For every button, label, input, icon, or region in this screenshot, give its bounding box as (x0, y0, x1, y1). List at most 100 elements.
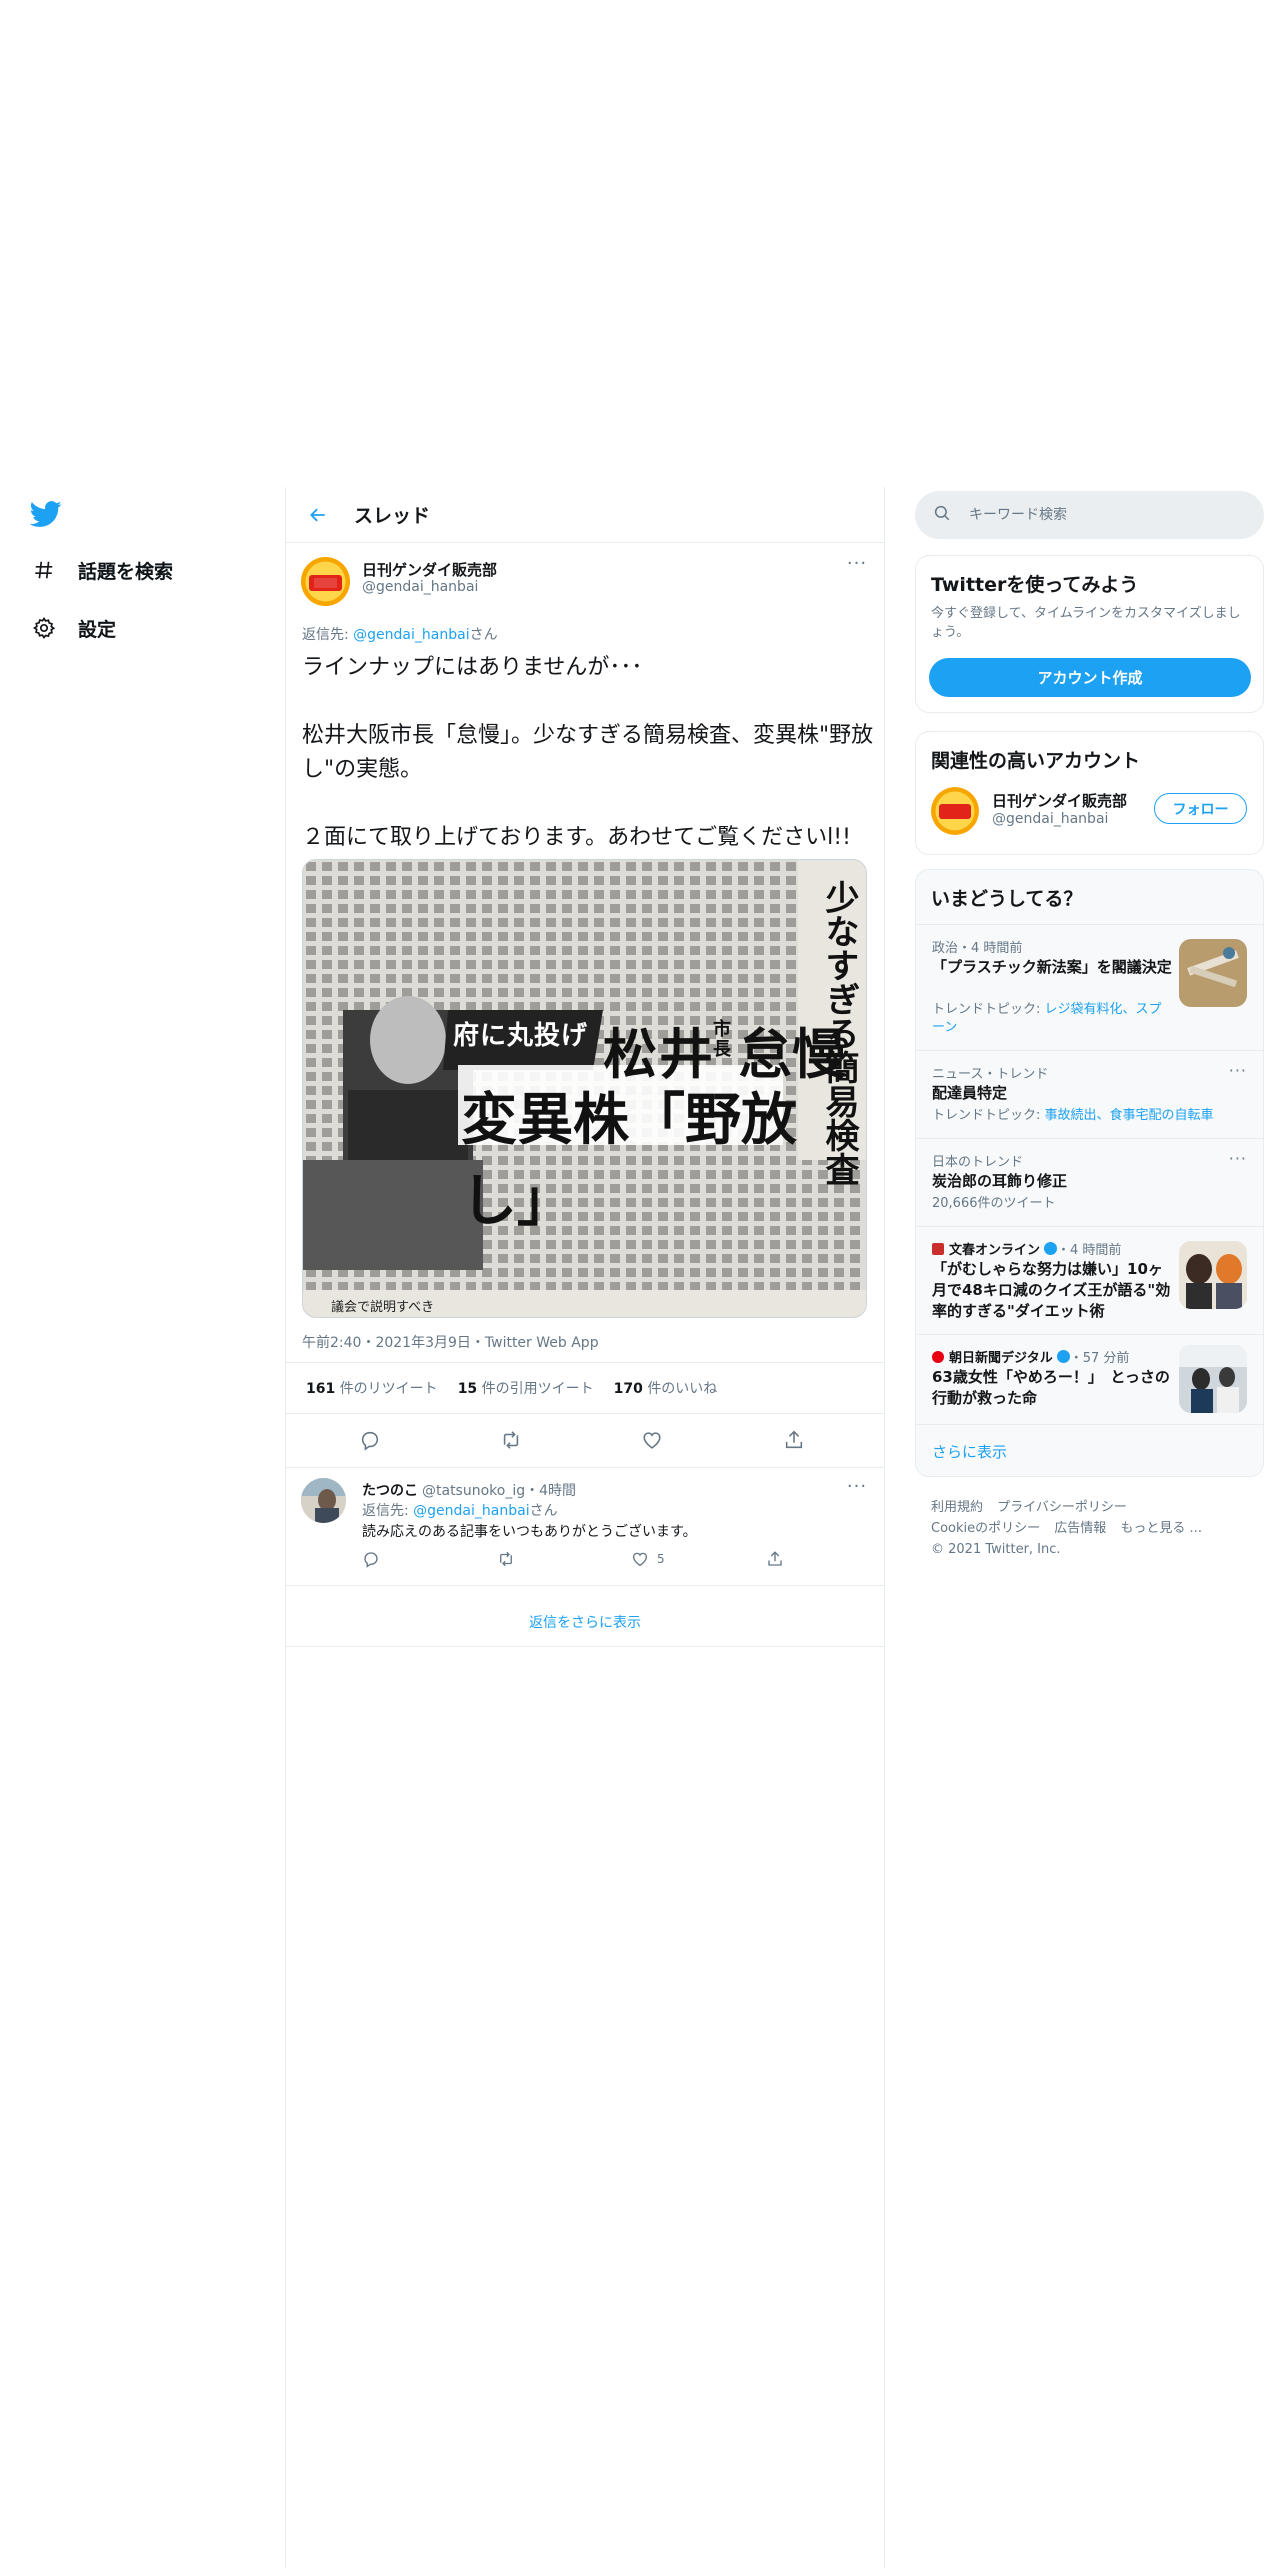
news-time: ・57 分前 (1069, 1351, 1130, 1366)
more-options-icon[interactable]: ··· (1229, 1149, 1247, 1168)
image-headline-kana: 市長 (713, 1019, 731, 1060)
page-title: スレッド (354, 505, 431, 527)
trend-subtitle: トレンドトピック: 事故続出、食事宅配の自転車 (932, 1108, 1214, 1123)
image-caption: 議会で説明すべき (331, 1300, 435, 1315)
trends-card: いまどうしてる？ 政治・4 時間前 「プラスチック新法案」を閣議決定 トレンドト… (915, 869, 1264, 1477)
avatar[interactable] (301, 557, 350, 606)
trend-item[interactable]: ニュース・トレンド 配達員特定 トレンドトピック: 事故続出、食事宅配の自転車 … (916, 1050, 1263, 1138)
tweet-author-name[interactable]: 日刊ゲンダイ販売部 (362, 559, 497, 580)
footer-link[interactable]: もっと見る ... (1120, 1521, 1202, 1536)
follow-button[interactable]: フォロー (1154, 793, 1247, 824)
news-item[interactable]: 朝日新聞デジタル ・57 分前 63歳女性「やめろー！」 とっさの行動が救った命 (916, 1334, 1263, 1424)
source-logo-icon (932, 1350, 944, 1363)
avatar[interactable] (301, 1478, 346, 1523)
reply-author-name[interactable]: たつのこ (362, 1483, 418, 1499)
source-logo-icon (932, 1242, 944, 1255)
trends-title: いまどうしてる？ (931, 888, 1083, 910)
share-icon[interactable] (782, 1428, 806, 1452)
reply-author-handle[interactable]: @tatsunoko_ig (422, 1483, 525, 1499)
nav-settings[interactable]: 設定 (30, 610, 116, 646)
reply-to-link[interactable]: @gendai_hanbai (413, 1503, 529, 1519)
nav-explore-label: 話題を検索 (78, 560, 174, 583)
signup-title: Twitterを使ってみよう (931, 574, 1139, 596)
more-options-icon[interactable]: ··· (844, 555, 870, 577)
trend-item[interactable]: 政治・4 時間前 「プラスチック新法案」を閣議決定 トレンドトピック: レジ袋有… (916, 924, 1263, 1050)
related-title: 関連性の高いアカウント (931, 750, 1141, 772)
trend-title: 炭治郎の耳飾り修正 (932, 1172, 1068, 1190)
like-icon[interactable] (640, 1428, 664, 1452)
gear-icon (30, 614, 58, 642)
like-icon (632, 1552, 648, 1567)
related-accounts-card: 関連性の高いアカウント 日刊ゲンダイ販売部 @gendai_hanbai フォロ… (915, 731, 1264, 855)
related-account-handle[interactable]: @gendai_hanbai (992, 811, 1108, 827)
news-source: 朝日新聞デジタル (949, 1351, 1053, 1366)
news-thumbnail (1179, 1345, 1247, 1413)
news-item[interactable]: 文春オンライン ・4 時間前 「がむしゃらな努力は嫌い」10ヶ月で48キロ減のク… (916, 1226, 1263, 1334)
trend-thumbnail (1179, 939, 1247, 1007)
avatar[interactable] (931, 787, 979, 835)
search-input[interactable] (969, 507, 1249, 523)
thread-column: スレッド 日刊ゲンダイ販売部 @gendai_hanbai ··· 返信先: @… (285, 487, 885, 2568)
search-box[interactable] (915, 491, 1264, 539)
reply-to-line: 返信先: @gendai_hanbaiさん (362, 1503, 558, 1519)
reply-to-line: 返信先: @gendai_hanbaiさん (302, 627, 498, 643)
footer-link[interactable]: Cookieのポリシー (931, 1521, 1040, 1536)
nav-settings-label: 設定 (78, 618, 117, 641)
trend-subtitle: トレンドトピック: レジ袋有料化、スプーン (932, 1002, 1162, 1035)
show-more-link[interactable]: さらに表示 (932, 1441, 1007, 1462)
copyright: © 2021 Twitter, Inc. (931, 1542, 1061, 1557)
news-source: 文春オンライン (949, 1243, 1041, 1258)
footer-link[interactable]: 広告情報 (1054, 1521, 1106, 1536)
verified-badge-icon (1044, 1242, 1058, 1255)
tweet-timestamp[interactable]: 午前2:40・2021年3月9日・Twitter Web App (302, 1332, 599, 1352)
tweet-actions (286, 1414, 884, 1468)
tweet-stats: 161 件のリツイート 15 件の引用ツイート 170 件のいいね (286, 1362, 884, 1414)
image-banner-left: 府に丸投げ (453, 1021, 589, 1051)
trend-context: 政治・4 時間前 (932, 941, 1023, 956)
trend-title: 配達員特定 (932, 1084, 1008, 1102)
image-side-headline: 少なすぎる簡易検査 (819, 880, 859, 1186)
news-source-line: 朝日新聞デジタル ・57 分前 (932, 1347, 1129, 1366)
reply-icon[interactable] (358, 1428, 382, 1452)
related-account-name[interactable]: 日刊ゲンダイ販売部 (992, 790, 1127, 811)
back-arrow-icon[interactable] (300, 497, 336, 533)
footer: 利用規約 プライバシーポリシー Cookieのポリシー 広告情報 もっと見る .… (931, 1497, 1261, 1560)
search-icon (933, 504, 951, 526)
quotes-stat[interactable]: 15 件の引用ツイート (458, 1378, 594, 1398)
like-button[interactable]: 5 (631, 1550, 665, 1568)
tweet-image[interactable]: 府に丸投げ 松井 市長 怠慢 変異株「野放し」 少なすぎる簡易検査 議会で説明す… (302, 859, 867, 1318)
retweets-stat[interactable]: 161 件のリツイート (306, 1378, 438, 1398)
likes-stat[interactable]: 170 件のいいね (614, 1378, 718, 1398)
footer-link[interactable]: 利用規約 (931, 1500, 983, 1515)
news-title: 「がむしゃらな努力は嫌い」10ヶ月で48キロ減のクイズ王が語る"効率的すぎる"ダ… (932, 1260, 1171, 1320)
hashtag-icon (30, 556, 58, 584)
more-options-icon[interactable]: ··· (1229, 1061, 1247, 1080)
signup-subtitle: 今すぐ登録して、タイムラインをカスタマイズしましょう。 (931, 606, 1241, 640)
trend-item[interactable]: 日本のトレンド 炭治郎の耳飾り修正 20,666件のツイート ··· (916, 1138, 1263, 1226)
tweet-text: ラインナップにはありませんが･･･ 松井大阪市長「怠慢」。少なすぎる簡易検査、変… (302, 655, 874, 850)
more-options-icon[interactable]: ··· (844, 1478, 870, 1500)
footer-link[interactable]: プライバシーポリシー (997, 1500, 1127, 1515)
reply-to-link[interactable]: @gendai_hanbai (353, 627, 469, 643)
create-account-button[interactable]: アカウント作成 (929, 658, 1251, 697)
trend-context: ニュース・トレンド (932, 1067, 1049, 1082)
image-headline-2: 変異株「野放し」 (461, 1088, 797, 1234)
share-icon[interactable] (766, 1550, 792, 1568)
retweet-icon[interactable] (499, 1428, 523, 1452)
reply-time[interactable]: ・4時間 (525, 1483, 576, 1499)
reply-text: 読み応えのある記事をいつもありがとうございます。 (362, 1524, 697, 1540)
trend-title: 「プラスチック新法案」を閣議決定 (932, 958, 1172, 976)
show-more-replies-link[interactable]: 返信をさらに表示 (286, 1597, 884, 1647)
thread-header: スレッド (286, 487, 884, 543)
trend-subtitle: 20,666件のツイート (932, 1196, 1056, 1211)
nav-explore[interactable]: 話題を検索 (30, 552, 173, 588)
show-more-trends[interactable]: さらに表示 (916, 1424, 1263, 1476)
reply-tweet[interactable]: たつのこ @tatsunoko_ig・4時間 ··· 返信先: @gendai_h… (286, 1468, 884, 1586)
twitter-logo-icon[interactable] (29, 498, 62, 530)
tweet-author-handle[interactable]: @gendai_hanbai (362, 579, 478, 595)
reply-icon[interactable] (362, 1550, 388, 1568)
trend-context: 日本のトレンド (932, 1155, 1024, 1170)
news-time: ・4 時間前 (1057, 1243, 1122, 1258)
retweet-icon[interactable] (496, 1550, 524, 1568)
news-title: 63歳女性「やめろー！」 とっさの行動が救った命 (932, 1368, 1170, 1407)
